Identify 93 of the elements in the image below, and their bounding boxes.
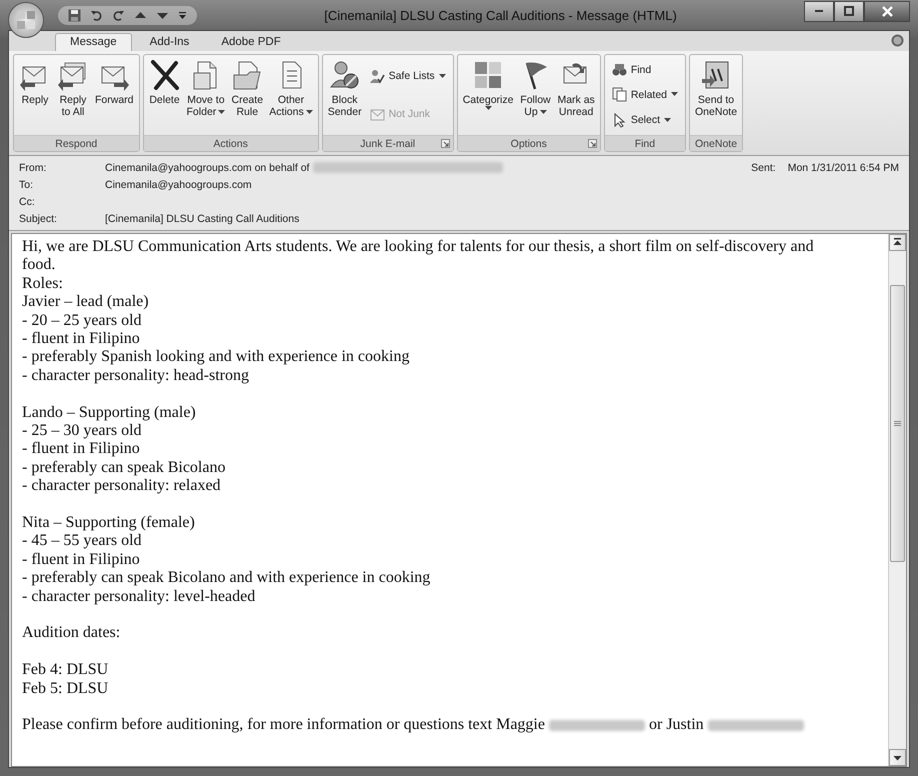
message-line: - character personality: relaxed	[22, 477, 222, 496]
ribbon-tab[interactable]: Message	[55, 33, 132, 51]
delete-icon	[148, 59, 181, 91]
documents-icon	[612, 87, 627, 102]
folder-tag-icon	[231, 59, 264, 91]
save-icon[interactable]	[68, 8, 81, 22]
field-label: Subject:	[19, 212, 58, 224]
blocked-person-icon	[328, 59, 361, 91]
message-line: Feb 5: DLSU	[22, 680, 110, 698]
ribbon-button[interactable]: Create Rule	[229, 57, 266, 133]
ribbon-button[interactable]: Forward	[93, 57, 136, 133]
ribbon-button[interactable]: Safe Lists	[368, 68, 448, 84]
message-line: - 25 – 30 years old	[22, 422, 143, 440]
message-line: - fluent in Filipino	[22, 330, 141, 348]
undo-icon[interactable]	[90, 8, 103, 22]
customize-icon[interactable]	[178, 10, 187, 20]
message-line: - 45 – 55 years old	[22, 532, 143, 551]
ribbon-button[interactable]: Block Sender	[326, 57, 364, 133]
recipient-address: Cinemanila@yahoogroups.com	[105, 178, 252, 190]
message-line: - 20 – 25 years old	[22, 312, 143, 330]
grip-icon	[894, 421, 901, 426]
message-line: or Justin	[648, 716, 704, 735]
message-line: Please confirm before auditioning, for more information or questions text Maggie	[22, 716, 545, 735]
minimize-button[interactable]	[804, 0, 834, 22]
group-label: Options	[510, 138, 547, 150]
scroll-down-button[interactable]	[889, 749, 906, 766]
scroll-top-icon	[893, 238, 902, 247]
message-line: Feb 4: DLSU	[22, 661, 110, 680]
scroll-thumb[interactable]	[890, 285, 905, 562]
ribbon-button[interactable]: Reply to All	[55, 57, 91, 133]
maximize-icon	[844, 6, 854, 16]
field-label: Sent:	[751, 162, 776, 174]
redo-icon[interactable]	[112, 8, 125, 22]
ribbon-button[interactable]: Move to Folder	[184, 57, 228, 133]
field-label: To:	[19, 178, 34, 190]
ribbon-button[interactable]: Related	[610, 86, 680, 104]
cursor-icon	[612, 112, 627, 128]
ribbon-button[interactable]: Mark as Unread	[555, 57, 597, 133]
ribbon-button[interactable]: Send to OneNote	[693, 57, 740, 133]
group-label: OneNote	[695, 138, 738, 150]
message-line: Lando – Supporting (male)	[22, 404, 197, 422]
envelope-icon	[370, 106, 385, 122]
field-label: Cc:	[19, 196, 36, 208]
close-icon	[882, 6, 892, 16]
message-line: - character personality: level-headed	[22, 588, 256, 606]
message-line: - fluent in Filipino	[22, 440, 141, 459]
close-button[interactable]	[864, 0, 910, 22]
ribbon-button[interactable]: Find	[610, 61, 680, 78]
ribbon-tab[interactable]: Add-Ins	[136, 34, 204, 51]
dialog-launcher-icon[interactable]	[588, 139, 597, 148]
maximize-button[interactable]	[834, 0, 864, 22]
ribbon-button[interactable]: Other Actions	[267, 57, 315, 133]
message-line: Javier – lead (male)	[22, 293, 150, 312]
message-line: Hi, we are DLSU Communication Arts students. We are looking for talents for our thesis, a short film on self-discovery and food.	[22, 238, 815, 275]
sender-address: Cinemanila@yahoogroups.com on behalf of	[105, 162, 310, 174]
ribbon-button[interactable]: Reply	[17, 57, 53, 133]
ribbon-button[interactable]: Categorize	[460, 57, 516, 133]
message-line: - preferably can speak Bicolano	[22, 458, 226, 478]
office-logo-icon	[14, 8, 38, 32]
caret-icon	[306, 110, 313, 114]
ribbon-tab[interactable]: Adobe PDF	[207, 34, 295, 51]
ribbon-button[interactable]: Follow Up	[517, 57, 554, 133]
field-label: From:	[19, 162, 48, 174]
binoculars-icon	[612, 62, 627, 78]
group-label: Find	[634, 138, 656, 150]
scroll-down-icon	[893, 753, 902, 762]
scroll-up-button[interactable]	[889, 234, 906, 251]
sent-date: Mon 1/31/2011 6:54 PM	[788, 162, 899, 174]
caret-icon	[484, 106, 492, 111]
group-label: Respond	[55, 138, 98, 150]
message-line: - character personality: head-strong	[22, 366, 250, 386]
caret-icon	[540, 110, 547, 114]
group-label: Junk E-mail	[360, 138, 416, 150]
dialog-launcher-icon[interactable]	[440, 139, 450, 148]
minimize-icon	[815, 10, 823, 12]
caret-icon	[671, 92, 678, 98]
message-line: Roles:	[22, 274, 64, 294]
scrollbar[interactable]	[888, 234, 906, 766]
message-line: Audition dates:	[22, 624, 122, 643]
message-line: Nita – Supporting (female)	[22, 514, 196, 532]
office-button[interactable]	[8, 2, 44, 38]
message-line: - preferably can speak Bicolano and with experience in cooking	[22, 569, 432, 588]
group-label: Actions	[213, 138, 248, 150]
ribbon-button[interactable]: Select	[610, 112, 680, 129]
subject-text: [Cinemanila] DLSU Casting Call Auditions	[105, 212, 300, 224]
message-line: - fluent in Filipino	[22, 550, 141, 570]
caret-icon	[438, 74, 446, 78]
window-title: [Cinemanila] DLSU Casting Call Auditions - Message (HTML)	[323, 8, 678, 22]
message-line: - preferably Spanish looking and with experience in cooking	[22, 348, 410, 367]
ribbon-button[interactable]: Delete	[146, 57, 183, 133]
caret-icon	[664, 118, 671, 123]
person-check-icon	[370, 68, 385, 84]
caret-icon	[218, 110, 226, 114]
